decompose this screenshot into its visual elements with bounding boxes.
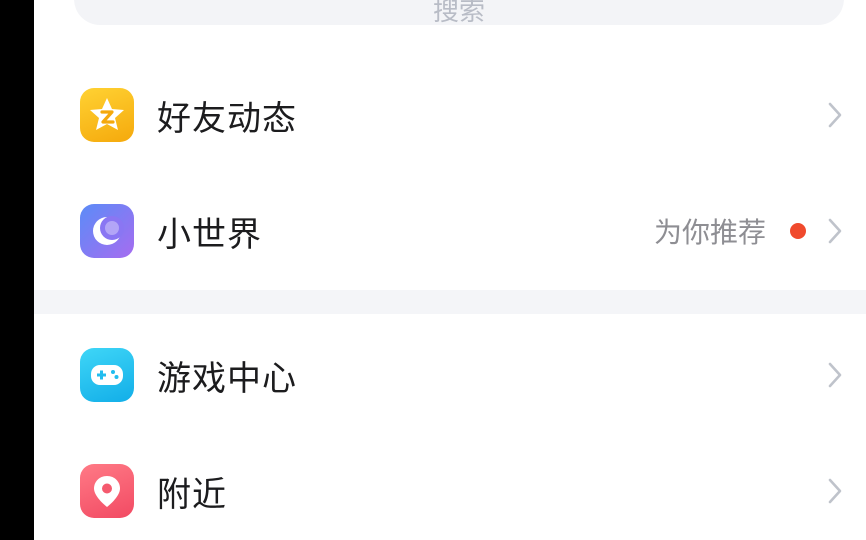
- location-pin-icon: [80, 464, 134, 518]
- chevron-right-icon: [828, 218, 842, 244]
- menu-item-label: 游戏中心: [157, 358, 297, 399]
- menu-item-friends-feed[interactable]: 好友动态: [34, 60, 866, 170]
- left-black-strip: [0, 0, 34, 540]
- chevron-right-icon: [828, 478, 842, 504]
- section-divider: [34, 290, 866, 314]
- menu-item-game-center[interactable]: 游戏中心: [34, 320, 866, 430]
- app-screen: 搜索 好友动态 小世界 为你推荐 游戏中心 附近: [34, 0, 866, 540]
- search-bar[interactable]: 搜索: [74, 0, 844, 25]
- menu-item-label: 小世界: [157, 214, 262, 255]
- chevron-right-icon: [828, 362, 842, 388]
- search-hint: 搜索: [432, 0, 485, 27]
- notification-dot: [790, 223, 806, 239]
- gamepad-icon: [80, 348, 134, 402]
- menu-item-label: 好友动态: [157, 98, 297, 139]
- menu-item-nearby[interactable]: 附近: [34, 436, 866, 540]
- moon-world-icon: [80, 204, 134, 258]
- qzone-star-icon: [80, 88, 134, 142]
- menu-item-small-world[interactable]: 小世界 为你推荐: [34, 176, 866, 286]
- recommend-hint: 为你推荐: [653, 216, 766, 249]
- chevron-right-icon: [828, 102, 842, 128]
- menu-item-label: 附近: [157, 474, 227, 515]
